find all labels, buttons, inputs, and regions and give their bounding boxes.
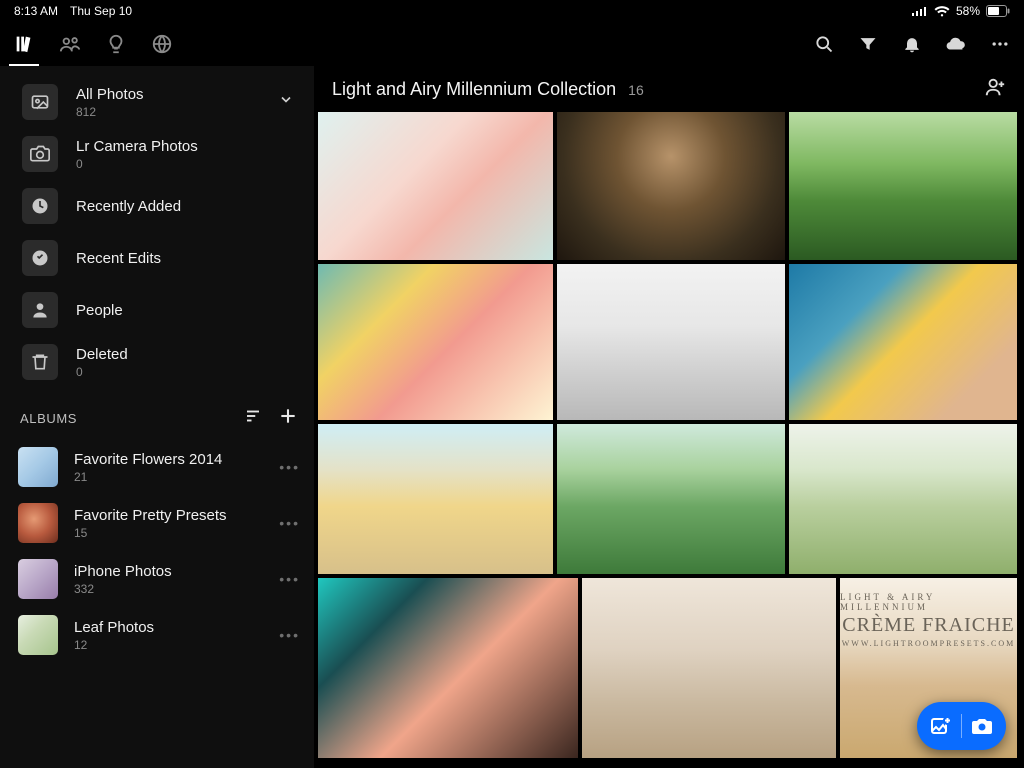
album-label: iPhone Photos: [74, 563, 172, 580]
album-count: 21: [74, 470, 222, 484]
albums-header: ALBUMS: [0, 388, 314, 439]
preset-banner-url: WWW.LIGHTROOMPRESETS.COM: [842, 639, 1015, 648]
main-panel: Light and Airy Millennium Collection 16: [314, 66, 1024, 768]
trash-icon: [22, 344, 58, 380]
album-more-button[interactable]: •••: [279, 627, 300, 643]
sidebar-item-count: 0: [76, 365, 128, 379]
album-label: Leaf Photos: [74, 619, 154, 636]
tab-library[interactable]: [4, 24, 44, 64]
tab-learn[interactable]: [96, 24, 136, 64]
signal-icon: [912, 6, 928, 16]
camera-capture-icon[interactable]: [970, 714, 994, 738]
collection-header: Light and Airy Millennium Collection 16: [314, 66, 1024, 112]
fab-divider: [961, 714, 962, 738]
sidebar-item-label: Recently Added: [76, 198, 181, 215]
add-photos-fab[interactable]: [917, 702, 1006, 750]
photo-tile[interactable]: [557, 112, 785, 260]
camera-icon: [22, 136, 58, 172]
sidebar-item-label: All Photos: [76, 86, 144, 103]
album-thumbnail: [18, 447, 58, 487]
sidebar-item-label: Lr Camera Photos: [76, 138, 198, 155]
wifi-icon: [934, 6, 950, 17]
collection-count: 16: [628, 82, 644, 98]
top-toolbar: [0, 22, 1024, 66]
edit-clock-icon: [22, 240, 58, 276]
sort-albums-button[interactable]: [244, 407, 262, 430]
status-time: 8:13 AM: [14, 4, 58, 18]
photo-tile[interactable]: [318, 264, 553, 420]
album-label: Favorite Flowers 2014: [74, 451, 222, 468]
sidebar: All Photos 812 Lr Camera Photos 0: [0, 66, 314, 768]
photo-tile[interactable]: [557, 264, 785, 420]
filter-button[interactable]: [850, 26, 886, 62]
photo-grid: LIGHT & AIRY MILLENNIUM CRÈME FRAICHE WW…: [314, 112, 1024, 768]
share-collection-button[interactable]: [984, 76, 1006, 103]
sidebar-item-count: 0: [76, 157, 198, 171]
sidebar-item-recently-added[interactable]: Recently Added: [18, 180, 304, 232]
status-date: Thu Sep 10: [70, 4, 132, 18]
album-label: Favorite Pretty Presets: [74, 507, 227, 524]
album-thumbnail: [18, 615, 58, 655]
album-more-button[interactable]: •••: [279, 515, 300, 531]
photo-tile[interactable]: [318, 578, 578, 758]
albums-title: ALBUMS: [20, 411, 77, 426]
sidebar-item-count: 812: [76, 105, 144, 119]
album-item[interactable]: Favorite Pretty Presets 15 •••: [0, 495, 314, 551]
status-bar: 8:13 AM Thu Sep 10 58%: [0, 0, 1024, 22]
sidebar-item-label: Deleted: [76, 346, 128, 363]
search-button[interactable]: [806, 26, 842, 62]
photo-tile[interactable]: [789, 264, 1017, 420]
sidebar-item-all-photos[interactable]: All Photos 812: [18, 76, 304, 128]
chevron-down-icon[interactable]: [278, 92, 294, 113]
cloud-sync-button[interactable]: [938, 26, 974, 62]
sidebar-item-recent-edits[interactable]: Recent Edits: [18, 232, 304, 284]
add-album-button[interactable]: [278, 406, 298, 431]
photo-tile[interactable]: [789, 112, 1017, 260]
sidebar-item-people[interactable]: People: [18, 284, 304, 336]
album-thumbnail: [18, 503, 58, 543]
preset-banner-title: CRÈME FRAICHE: [842, 614, 1014, 637]
album-thumbnail: [18, 559, 58, 599]
album-more-button[interactable]: •••: [279, 571, 300, 587]
sidebar-item-label: Recent Edits: [76, 250, 161, 267]
sidebar-item-label: People: [76, 302, 123, 319]
clock-icon: [22, 188, 58, 224]
album-item[interactable]: Leaf Photos 12 •••: [0, 607, 314, 663]
photo-tile[interactable]: [557, 424, 785, 574]
tab-discover[interactable]: [142, 24, 182, 64]
preset-banner-kicker: LIGHT & AIRY MILLENNIUM: [840, 592, 1017, 612]
album-more-button[interactable]: •••: [279, 459, 300, 475]
album-item[interactable]: Favorite Flowers 2014 21 •••: [0, 439, 314, 495]
album-item[interactable]: iPhone Photos 332 •••: [0, 551, 314, 607]
image-icon: [22, 84, 58, 120]
add-image-icon: [929, 714, 953, 738]
photo-tile[interactable]: [318, 112, 553, 260]
person-icon: [22, 292, 58, 328]
album-count: 12: [74, 638, 154, 652]
album-count: 332: [74, 582, 172, 596]
collection-title: Light and Airy Millennium Collection: [332, 79, 616, 100]
battery-icon: [986, 5, 1010, 17]
sidebar-item-lr-camera[interactable]: Lr Camera Photos 0: [18, 128, 304, 180]
sidebar-item-deleted[interactable]: Deleted 0: [18, 336, 304, 388]
notifications-button[interactable]: [894, 26, 930, 62]
album-count: 15: [74, 526, 227, 540]
more-button[interactable]: [982, 26, 1018, 62]
photo-tile[interactable]: [789, 424, 1017, 574]
active-tab-underline: [9, 64, 39, 66]
tab-shared[interactable]: [50, 24, 90, 64]
battery-percent: 58%: [956, 4, 980, 18]
photo-tile[interactable]: [582, 578, 836, 758]
photo-tile[interactable]: [318, 424, 553, 574]
